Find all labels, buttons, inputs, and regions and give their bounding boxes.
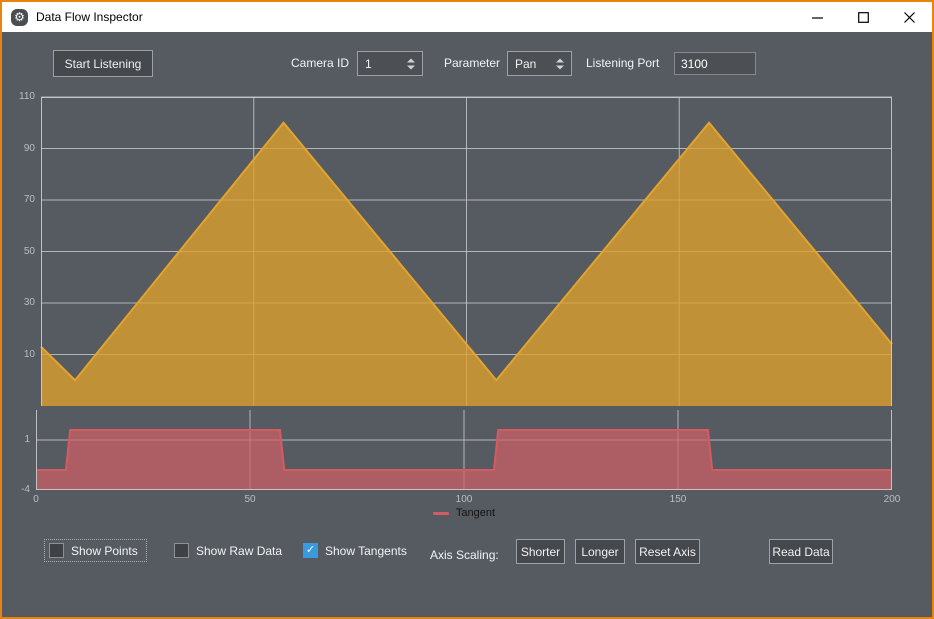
tangent-chart[interactable]: 1-4050100150200	[36, 410, 892, 490]
show-points-label[interactable]: Show Points	[71, 544, 138, 558]
stepper-icon	[556, 58, 564, 69]
show-tangents-checkbox[interactable]: ✓	[303, 543, 318, 558]
y-axis-tick-label: 50	[1, 246, 35, 257]
titlebar: ⚙ Data Flow Inspector	[2, 2, 932, 32]
parameter-select[interactable]: Pan	[507, 51, 572, 76]
x-axis-tick-label: 150	[660, 494, 696, 505]
main-chart-svg	[41, 97, 892, 406]
maximize-button[interactable]	[840, 2, 886, 32]
show-raw-data-group: ✓ Show Raw Data	[174, 543, 282, 558]
minimize-button[interactable]	[794, 2, 840, 32]
y-axis-tick-label: 70	[1, 194, 35, 205]
window-controls	[794, 2, 932, 32]
gear-icon: ⚙	[11, 9, 28, 26]
x-axis-tick-label: 50	[232, 494, 268, 505]
legend-swatch	[433, 512, 449, 515]
minimize-icon	[812, 12, 823, 23]
show-tangents-group: ✓ Show Tangents	[303, 543, 407, 558]
axis-scaling-label: Axis Scaling:	[430, 548, 499, 562]
start-listening-button[interactable]: Start Listening	[53, 50, 153, 77]
camera-id-select[interactable]: 1	[357, 51, 423, 76]
reset-axis-button[interactable]: Reset Axis	[635, 539, 700, 564]
main-chart[interactable]: 1109070503010	[41, 97, 892, 406]
tangent-legend: Tangent	[36, 507, 892, 519]
listening-port-input[interactable]	[674, 52, 756, 75]
check-icon: ✓	[306, 545, 315, 556]
legend-label: Tangent	[456, 507, 495, 519]
y-axis-tick-label: 1	[0, 434, 30, 445]
maximize-icon	[858, 12, 869, 23]
x-axis-tick-label: 0	[18, 494, 54, 505]
show-raw-data-label[interactable]: Show Raw Data	[196, 544, 282, 558]
close-icon	[904, 12, 915, 23]
y-axis-tick-label: 90	[1, 143, 35, 154]
longer-button[interactable]: Longer	[575, 539, 625, 564]
shorter-button[interactable]: Shorter	[516, 539, 565, 564]
camera-id-value: 1	[365, 57, 372, 71]
stepper-icon	[407, 58, 415, 69]
app-window: ⚙ Data Flow Inspector Start Listening Ca…	[0, 0, 934, 619]
gear-glyph: ⚙	[14, 11, 25, 23]
x-axis-tick-label: 100	[446, 494, 482, 505]
show-raw-data-checkbox[interactable]: ✓	[174, 543, 189, 558]
camera-id-label: Camera ID	[291, 56, 349, 70]
show-points-group: ✓ Show Points	[44, 539, 147, 562]
close-button[interactable]	[886, 2, 932, 32]
y-axis-tick-label: 110	[1, 91, 35, 102]
tangent-chart-svg	[36, 410, 892, 490]
y-axis-tick-label: 30	[1, 297, 35, 308]
window-title: Data Flow Inspector	[36, 10, 143, 24]
show-points-checkbox[interactable]: ✓	[49, 543, 64, 558]
parameter-value: Pan	[515, 57, 536, 71]
show-tangents-label[interactable]: Show Tangents	[325, 544, 407, 558]
read-data-button[interactable]: Read Data	[769, 539, 833, 564]
parameter-label: Parameter	[444, 56, 500, 70]
y-axis-tick-label: 10	[1, 349, 35, 360]
x-axis-tick-label: 200	[874, 494, 910, 505]
listening-port-label: Listening Port	[586, 56, 659, 70]
